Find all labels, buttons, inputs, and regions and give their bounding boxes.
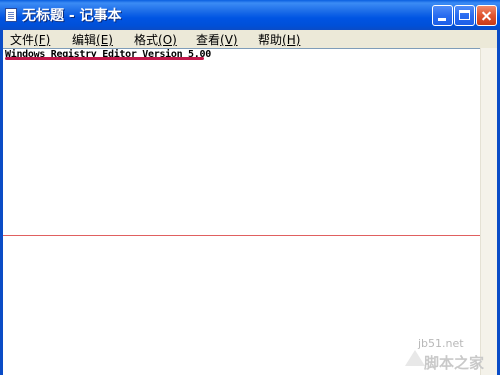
menu-edit-key: (E) (96, 33, 113, 47)
maximize-button[interactable] (454, 5, 475, 26)
menu-bar: 文件(F) 编辑(E) 格式(O) 查看(V) 帮助(H) (0, 30, 500, 48)
menu-view[interactable]: 查看(V) (196, 31, 238, 48)
menu-help[interactable]: 帮助(H) (258, 31, 300, 48)
watermark-site: jb51.net (418, 337, 464, 350)
menu-file[interactable]: 文件(F) (10, 31, 50, 48)
vertical-scrollbar[interactable] (480, 48, 497, 375)
watermark-logo: 脚本之家 (424, 354, 485, 372)
menu-edit-label: 编辑 (72, 33, 97, 47)
title-bar[interactable]: 无标题 - 记事本 (0, 0, 500, 30)
menu-file-label: 文件 (10, 33, 35, 47)
window-title: 无标题 - 记事本 (22, 8, 122, 24)
menu-help-key: (H) (282, 33, 301, 47)
menu-file-key: (F) (34, 33, 51, 47)
menu-format-label: 格式 (134, 33, 159, 47)
menu-view-key: (V) (220, 33, 238, 47)
menu-format-key: (O) (158, 33, 177, 47)
menu-edit[interactable]: 编辑(E) (72, 31, 113, 48)
menu-view-label: 查看 (196, 33, 221, 47)
watermark-triangle (405, 350, 425, 366)
notepad-icon[interactable] (5, 8, 17, 22)
text-edit-area[interactable]: Windows Registry Editor Version 5.00 (3, 48, 485, 375)
minimize-button[interactable] (432, 5, 453, 26)
guide-line (3, 235, 485, 236)
highlight-underline (5, 57, 204, 60)
menu-help-label: 帮助 (258, 33, 283, 47)
menu-format[interactable]: 格式(O) (134, 31, 177, 48)
close-button[interactable] (476, 5, 497, 26)
